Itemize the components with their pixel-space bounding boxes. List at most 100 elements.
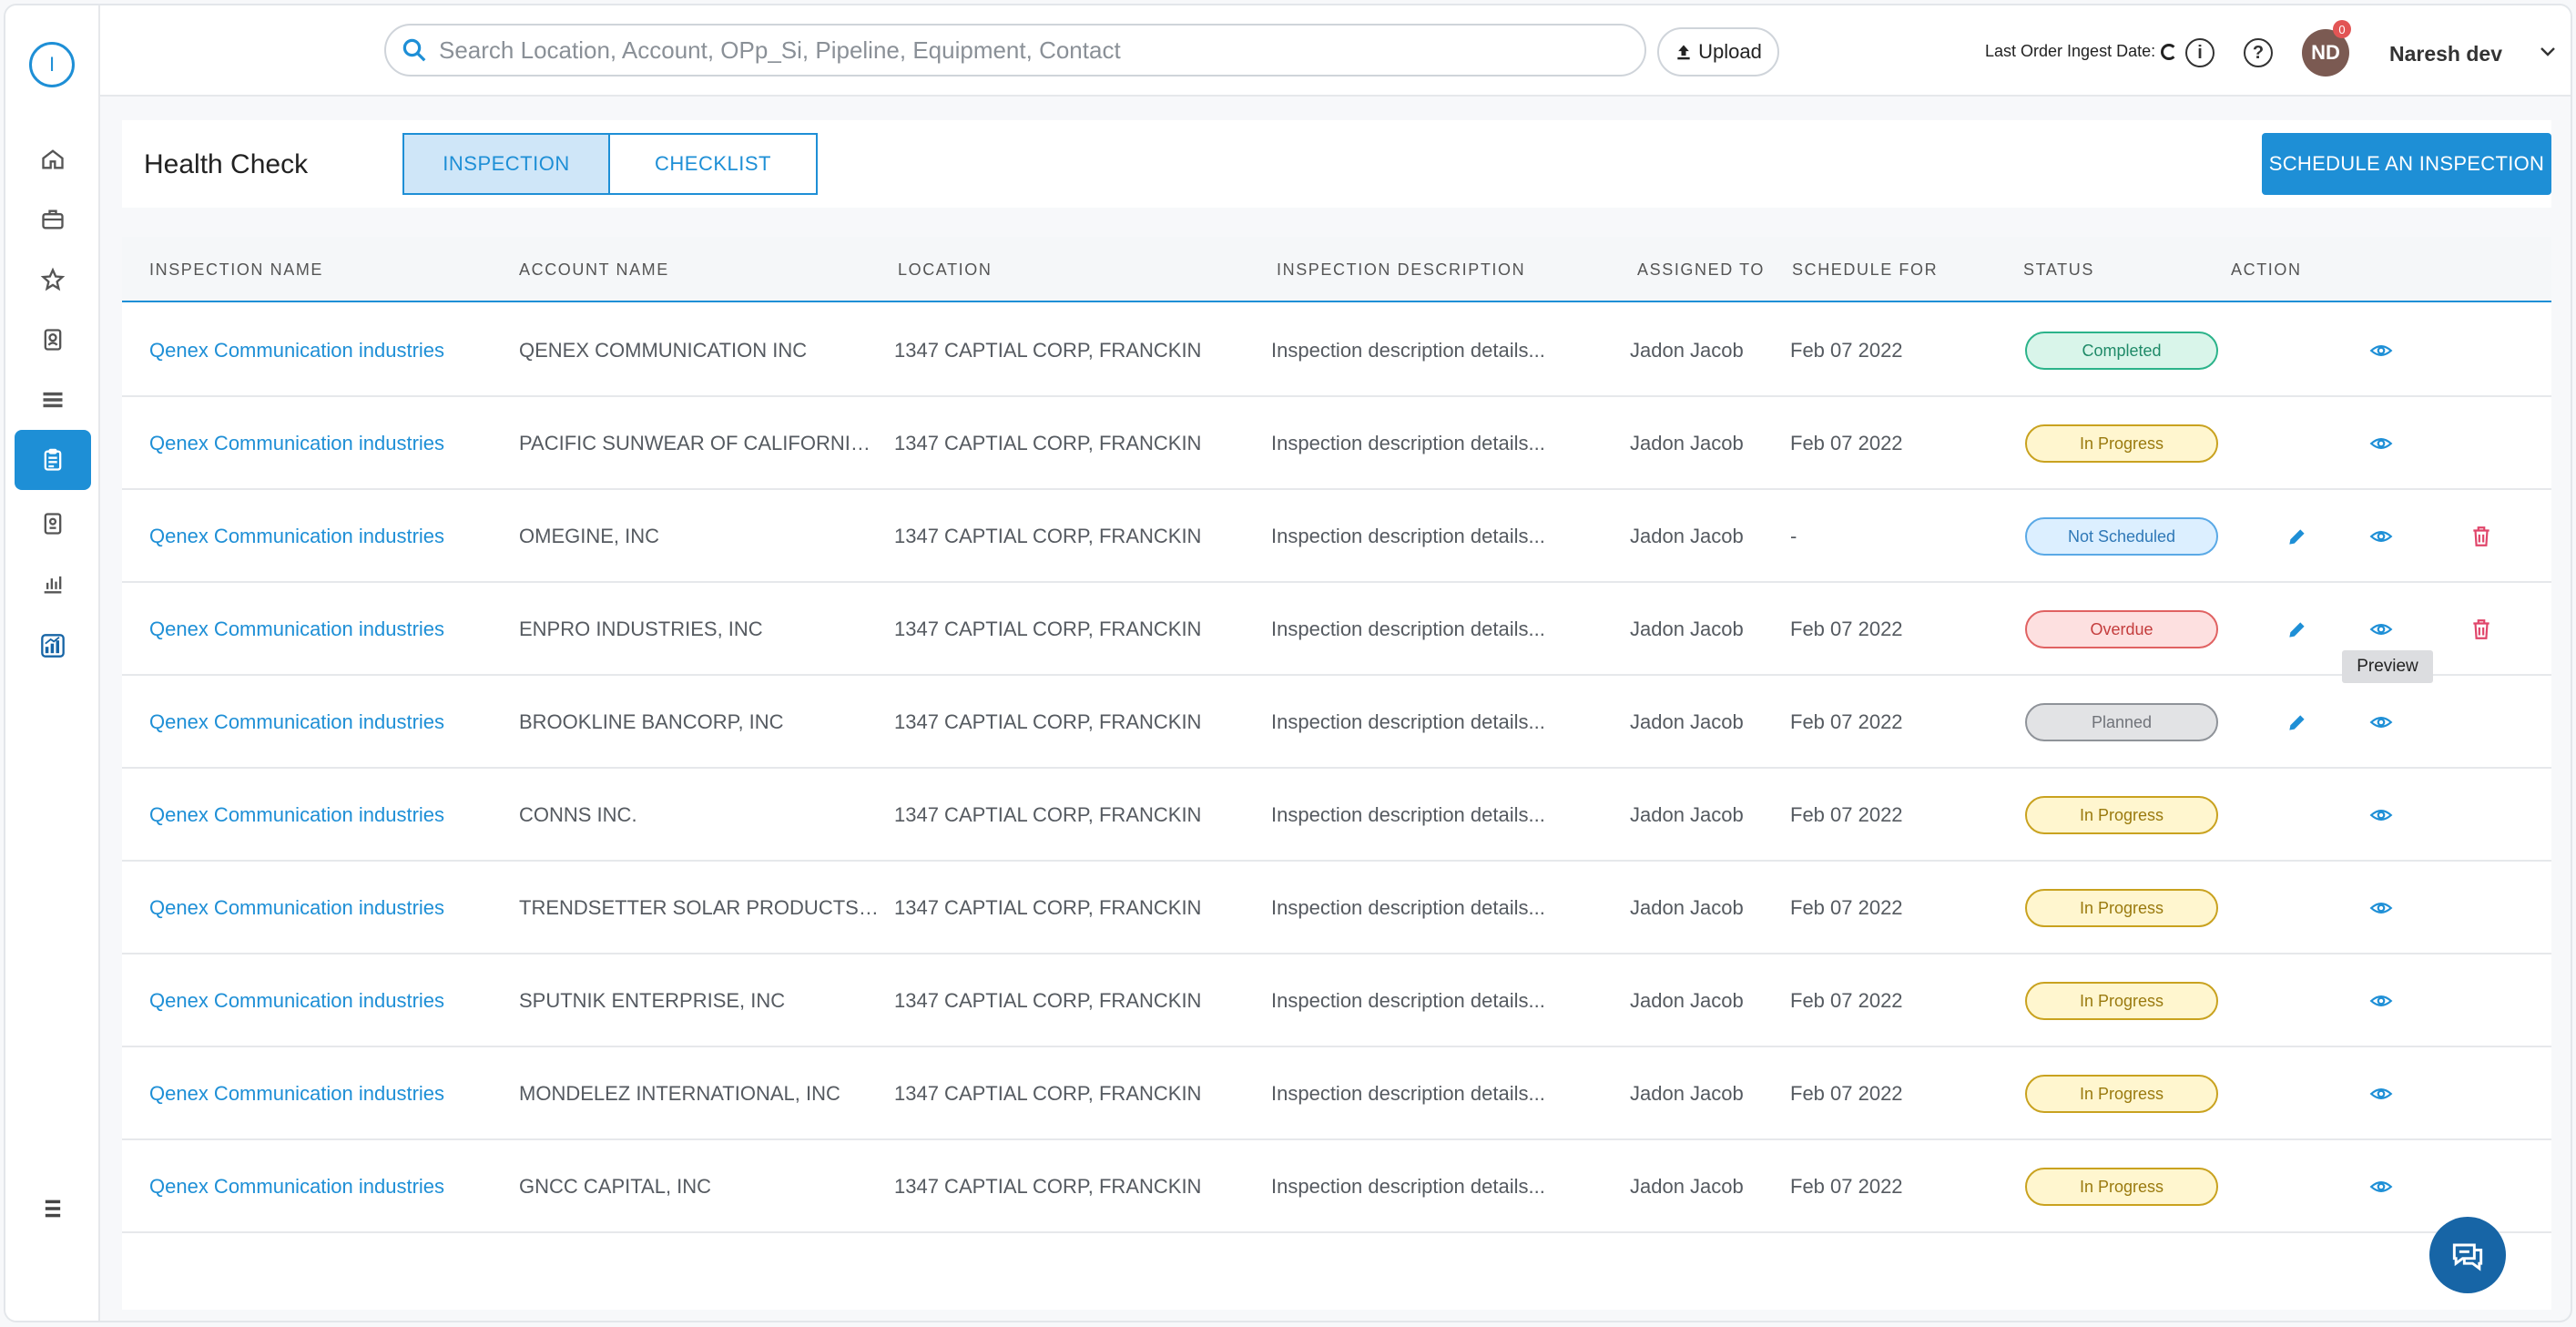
table-header: INSPECTION NAME ACCOUNT NAME LOCATION IN… <box>122 237 2551 302</box>
column-header[interactable]: ASSIGNED TO <box>1637 260 1765 280</box>
global-search[interactable] <box>384 24 1646 77</box>
account-name: ENPRO INDUSTRIES, INC <box>519 618 763 640</box>
assigned-to: Jadon Jacob <box>1630 339 1744 362</box>
column-header[interactable]: ACTION <box>2231 260 2302 280</box>
inspection-name-link[interactable]: Qenex Communication industries <box>149 803 504 827</box>
status-badge: In Progress <box>2025 889 2218 927</box>
preview-eye-icon[interactable] <box>2367 337 2395 364</box>
schedule-inspection-button[interactable]: SCHEDULE AN INSPECTION <box>2262 133 2551 195</box>
inspection-description: Inspection description details... <box>1271 896 1545 919</box>
status-badge: In Progress <box>2025 982 2218 1020</box>
inspection-name-link[interactable]: Qenex Communication industries <box>149 710 504 734</box>
help-icon[interactable]: ? <box>2244 38 2273 67</box>
location: 1347 CAPTIAL CORP, FRANCKIN <box>894 339 1202 362</box>
preview-eye-icon[interactable] <box>2367 1173 2395 1200</box>
contact-card-icon <box>44 329 62 351</box>
page-header: Health Check INSPECTION CHECKLIST SCHEDU… <box>122 120 2551 208</box>
badge-icon <box>44 513 62 535</box>
sidebar-item-analytics[interactable] <box>15 616 91 676</box>
notification-badge[interactable]: 0 <box>2333 20 2351 38</box>
delete-icon[interactable] <box>2468 523 2495 550</box>
tab-group: INSPECTION CHECKLIST <box>402 133 818 195</box>
preview-eye-icon[interactable] <box>2367 709 2395 736</box>
inspection-name-link[interactable]: Qenex Communication industries <box>149 989 504 1013</box>
sidebar-item-list[interactable] <box>15 370 91 430</box>
search-input[interactable] <box>439 36 1623 65</box>
account-name: CONNS INC. <box>519 803 637 826</box>
preview-eye-icon[interactable] <box>2367 987 2395 1015</box>
table-row[interactable]: Qenex Communication industries MONDELEZ I… <box>122 1047 2551 1140</box>
sidebar-menu[interactable] <box>15 1179 91 1239</box>
upload-button[interactable]: Upload <box>1657 27 1779 77</box>
inspection-name-link[interactable]: Qenex Communication industries <box>149 618 504 641</box>
inspection-name-link[interactable]: Qenex Communication industries <box>149 525 504 548</box>
schedule-for: Feb 07 2022 <box>1790 339 1903 362</box>
preview-eye-icon[interactable] <box>2367 894 2395 922</box>
table-row[interactable]: Qenex Communication industries GNCC CAPIT… <box>122 1140 2551 1233</box>
schedule-for: Feb 07 2022 <box>1790 1082 1903 1105</box>
column-header[interactable]: ACCOUNT NAME <box>519 260 669 280</box>
table-row[interactable]: Qenex Communication industries QENEX COMM… <box>122 304 2551 397</box>
sidebar-item-home[interactable] <box>15 129 91 189</box>
table-row[interactable]: Qenex Communication industries BROOKLINE … <box>122 676 2551 769</box>
table-row[interactable]: Qenex Communication industries PACIFIC SU… <box>122 397 2551 490</box>
sidebar-item-favorites[interactable] <box>15 250 91 310</box>
sidebar-item-badge[interactable] <box>15 494 91 554</box>
column-header[interactable]: SCHEDULE FOR <box>1792 260 1938 280</box>
column-header[interactable]: LOCATION <box>898 260 992 280</box>
sidebar-item-contacts[interactable] <box>15 310 91 370</box>
delete-icon[interactable] <box>2468 616 2495 643</box>
location: 1347 CAPTIAL CORP, FRANCKIN <box>894 896 1202 919</box>
chevron-down-icon[interactable] <box>2539 46 2557 58</box>
account-name: TRENDSETTER SOLAR PRODUCTS, I... <box>519 896 880 919</box>
preview-eye-icon[interactable] <box>2367 430 2395 457</box>
inspection-name-link[interactable]: Qenex Communication industries <box>149 1082 504 1106</box>
sidebar-item-reports[interactable] <box>15 554 91 614</box>
column-header[interactable]: INSPECTION DESCRIPTION <box>1277 260 1525 280</box>
upload-label: Upload <box>1698 40 1762 63</box>
account-name: QENEX COMMUNICATION INC <box>519 339 808 362</box>
edit-icon[interactable] <box>2284 709 2311 736</box>
table-row[interactable]: Qenex Communication industries OMEGINE, I… <box>122 490 2551 583</box>
schedule-for: - <box>1790 525 1797 547</box>
table-row[interactable]: Qenex Communication industries TRENDSETTE… <box>122 862 2551 954</box>
star-icon <box>40 267 66 291</box>
chat-button[interactable] <box>2429 1217 2506 1293</box>
preview-eye-icon[interactable] <box>2367 1080 2395 1108</box>
inspection-name-link[interactable]: Qenex Communication industries <box>149 339 504 362</box>
column-header[interactable]: STATUS <box>2023 260 2094 280</box>
inspection-name-link[interactable]: Qenex Communication industries <box>149 1175 504 1199</box>
preview-eye-icon[interactable] <box>2367 523 2395 550</box>
column-header[interactable]: INSPECTION NAME <box>149 260 323 280</box>
account-name: BROOKLINE BANCORP, INC <box>519 710 784 733</box>
sidebar-item-health-check[interactable] <box>15 430 91 490</box>
inspection-description: Inspection description details... <box>1271 1082 1545 1105</box>
table-row[interactable]: Qenex Communication industries ENPRO INDU… <box>122 583 2551 676</box>
preview-eye-icon[interactable] <box>2367 801 2395 829</box>
inspection-name-link[interactable]: Qenex Communication industries <box>149 896 504 920</box>
sidebar-item-accounts[interactable] <box>15 189 91 250</box>
status-badge: Planned <box>2025 703 2218 741</box>
last-ingest-date: Last Order Ingest Date: <box>1985 42 2178 61</box>
info-icon[interactable]: i <box>2185 38 2215 67</box>
schedule-for: Feb 07 2022 <box>1790 896 1903 919</box>
tab-inspection[interactable]: INSPECTION <box>402 133 610 195</box>
assigned-to: Jadon Jacob <box>1630 989 1744 1012</box>
list-icon <box>43 392 63 408</box>
user-name[interactable]: Naresh dev <box>2389 42 2502 66</box>
status-badge: Completed <box>2025 332 2218 370</box>
assigned-to: Jadon Jacob <box>1630 710 1744 733</box>
location: 1347 CAPTIAL CORP, FRANCKIN <box>894 710 1202 733</box>
table-row[interactable]: Qenex Communication industries CONNS INC.… <box>122 769 2551 862</box>
status-badge: Overdue <box>2025 610 2218 648</box>
table-row[interactable]: Qenex Communication industries SPUTNIK EN… <box>122 954 2551 1047</box>
edit-icon[interactable] <box>2284 616 2311 643</box>
inspection-name-link[interactable]: Qenex Communication industries <box>149 432 504 455</box>
preview-eye-icon[interactable] <box>2367 616 2395 643</box>
account-name: PACIFIC SUNWEAR OF CALIFORNIA I... <box>519 432 880 454</box>
tab-checklist[interactable]: CHECKLIST <box>610 133 818 195</box>
assigned-to: Jadon Jacob <box>1630 618 1744 640</box>
edit-icon[interactable] <box>2284 523 2311 550</box>
app-logo[interactable]: I <box>29 42 75 87</box>
status-badge: In Progress <box>2025 424 2218 463</box>
